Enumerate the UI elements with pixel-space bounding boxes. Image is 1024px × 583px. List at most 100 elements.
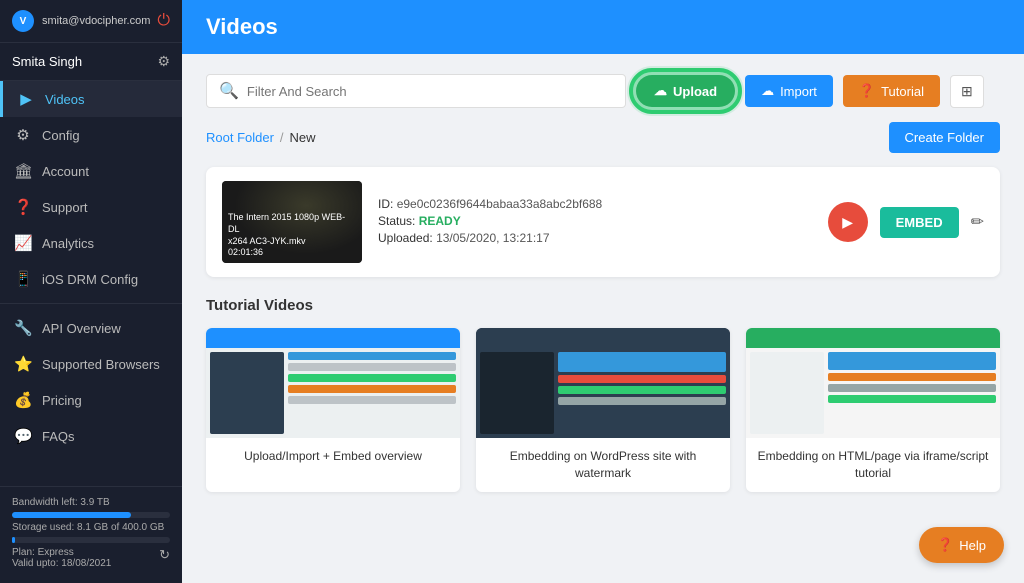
tutorial-thumb-2 <box>476 328 730 438</box>
tutorial-card-1[interactable]: Upload/Import + Embed overview <box>206 328 460 492</box>
sidebar-item-label: iOS DRM Config <box>42 272 138 287</box>
tutorial-help-icon: ❓ <box>859 83 875 99</box>
grid-view-button[interactable]: ⊞ <box>950 75 984 108</box>
video-card: The Intern 2015 1080p WEB-DL x264 AC3-JY… <box>206 167 1000 277</box>
plan-label: Plan: Express <box>12 547 74 558</box>
account-icon: 🏛 <box>14 162 32 180</box>
id-label: ID: <box>378 197 393 211</box>
import-cloud-icon: ☁ <box>761 83 774 99</box>
sidebar: V smita@vdocipher.com ⏻ Smita Singh ⚙ ▶ … <box>0 0 182 583</box>
import-button[interactable]: ☁ Import <box>745 75 833 107</box>
tutorial-label: Tutorial <box>881 84 924 99</box>
embed-button[interactable]: EMBED <box>880 207 959 238</box>
sidebar-item-ios-drm[interactable]: 📱 iOS DRM Config <box>0 261 182 297</box>
bandwidth-progress-bg <box>12 512 170 518</box>
help-button[interactable]: ❓ Help <box>919 527 1004 563</box>
support-icon: ❓ <box>14 198 32 216</box>
sidebar-item-label: Account <box>42 164 89 179</box>
video-id-row: ID: e9e0c0236f9644babaa33a8abc2bf688 <box>378 197 812 211</box>
nav-divider <box>0 303 182 304</box>
sidebar-item-label: Analytics <box>42 236 94 251</box>
refresh-icon[interactable]: ↻ <box>159 547 170 563</box>
sidebar-user: Smita Singh ⚙ <box>0 43 182 81</box>
help-label: Help <box>959 538 986 553</box>
edit-icon[interactable]: ✏ <box>971 212 984 232</box>
sidebar-item-config[interactable]: ⚙ Config <box>0 117 182 153</box>
breadcrumb-root[interactable]: Root Folder <box>206 130 274 145</box>
valid-text: Valid upto: 18/08/2021 <box>12 558 170 569</box>
tutorial-card-3[interactable]: Embedding on HTML/page via iframe/script… <box>746 328 1000 492</box>
faqs-icon: 💬 <box>14 427 32 445</box>
sidebar-footer: Bandwidth left: 3.9 TB Storage used: 8.1… <box>0 486 182 583</box>
main-content: Videos 🔍 ☁ Upload ☁ Import ❓ Tutorial ⊞ <box>182 0 1024 583</box>
tutorial-button[interactable]: ❓ Tutorial <box>843 75 940 107</box>
tutorial-card-1-label: Upload/Import + Embed overview <box>206 438 460 475</box>
grid-icon: ⊞ <box>961 83 973 99</box>
bandwidth-progress-fill <box>12 512 131 518</box>
sidebar-item-label: API Overview <box>42 321 121 336</box>
tutorial-card-2[interactable]: Embedding on WordPress site with waterma… <box>476 328 730 492</box>
breadcrumb-current: New <box>290 130 316 145</box>
plan-text: Plan: Express ↻ <box>12 547 170 558</box>
content-area: 🔍 ☁ Upload ☁ Import ❓ Tutorial ⊞ Root Fo <box>182 54 1024 583</box>
sidebar-item-label: Videos <box>45 92 85 107</box>
videos-icon: ▶ <box>17 90 35 108</box>
sidebar-item-supported-browsers[interactable]: ⭐ Supported Browsers <box>0 346 182 382</box>
tutorial-thumb-3 <box>746 328 1000 438</box>
storage-progress-bg <box>12 537 170 543</box>
sidebar-item-api-overview[interactable]: 🔧 API Overview <box>0 310 182 346</box>
sidebar-logo-area: V smita@vdocipher.com <box>12 10 150 32</box>
api-icon: 🔧 <box>14 319 32 337</box>
search-input[interactable] <box>247 84 613 99</box>
status-badge: READY <box>419 214 461 228</box>
sidebar-item-label: Supported Browsers <box>42 357 160 372</box>
tutorial-card-3-label: Embedding on HTML/page via iframe/script… <box>746 438 1000 492</box>
sidebar-item-label: FAQs <box>42 429 75 444</box>
video-uploaded-row: Uploaded: 13/05/2020, 13:21:17 <box>378 231 812 245</box>
sidebar-item-videos[interactable]: ▶ Videos <box>0 81 182 117</box>
tutorial-heading: Tutorial Videos <box>206 297 1000 314</box>
help-icon: ❓ <box>937 537 953 553</box>
play-button[interactable]: ▶ <box>828 202 868 242</box>
tutorial-grid: Upload/Import + Embed overview <box>206 328 1000 492</box>
create-folder-button[interactable]: Create Folder <box>889 122 1000 153</box>
status-label: Status: <box>378 214 415 228</box>
uploaded-label: Uploaded: <box>378 231 433 245</box>
video-info: ID: e9e0c0236f9644babaa33a8abc2bf688 Sta… <box>378 197 812 248</box>
toolbar: 🔍 ☁ Upload ☁ Import ❓ Tutorial ⊞ <box>206 74 1000 108</box>
upload-label: Upload <box>673 84 717 99</box>
ios-drm-icon: 📱 <box>14 270 32 288</box>
video-actions: ▶ EMBED ✏ <box>828 202 984 242</box>
sidebar-item-label: Config <box>42 128 80 143</box>
sidebar-item-support[interactable]: ❓ Support <box>0 189 182 225</box>
sidebar-item-label: Pricing <box>42 393 82 408</box>
upload-button[interactable]: ☁ Upload <box>636 75 735 107</box>
page-title: Videos <box>206 14 278 40</box>
sidebar-item-label: Support <box>42 200 88 215</box>
power-icon[interactable]: ⏻ <box>157 12 170 30</box>
video-thumb-title: The Intern 2015 1080p WEB-DL x264 AC3-JY… <box>228 212 356 259</box>
sidebar-item-analytics[interactable]: 📈 Analytics <box>0 225 182 261</box>
video-thumbnail: The Intern 2015 1080p WEB-DL x264 AC3-JY… <box>222 181 362 263</box>
topbar: Videos <box>182 0 1024 54</box>
breadcrumb-row: Root Folder / New Create Folder <box>206 122 1000 153</box>
config-icon: ⚙ <box>14 126 32 144</box>
browsers-icon: ⭐ <box>14 355 32 373</box>
search-icon: 🔍 <box>219 81 239 101</box>
tutorial-thumb-1 <box>206 328 460 438</box>
storage-text: Storage used: 8.1 GB of 400.0 GB <box>12 522 170 533</box>
sidebar-header: V smita@vdocipher.com ⏻ <box>0 0 182 43</box>
bandwidth-text: Bandwidth left: 3.9 TB <box>12 497 170 508</box>
sidebar-item-account[interactable]: 🏛 Account <box>0 153 182 189</box>
sidebar-email: smita@vdocipher.com <box>42 15 150 27</box>
sidebar-item-faqs[interactable]: 💬 FAQs <box>0 418 182 454</box>
upload-cloud-icon: ☁ <box>654 83 667 99</box>
pricing-icon: 💰 <box>14 391 32 409</box>
sidebar-username: Smita Singh <box>12 54 82 69</box>
analytics-icon: 📈 <box>14 234 32 252</box>
search-box[interactable]: 🔍 <box>206 74 626 108</box>
breadcrumb: Root Folder / New <box>206 130 316 145</box>
sidebar-item-pricing[interactable]: 💰 Pricing <box>0 382 182 418</box>
storage-progress-fill <box>12 537 15 543</box>
gear-icon[interactable]: ⚙ <box>157 53 170 70</box>
